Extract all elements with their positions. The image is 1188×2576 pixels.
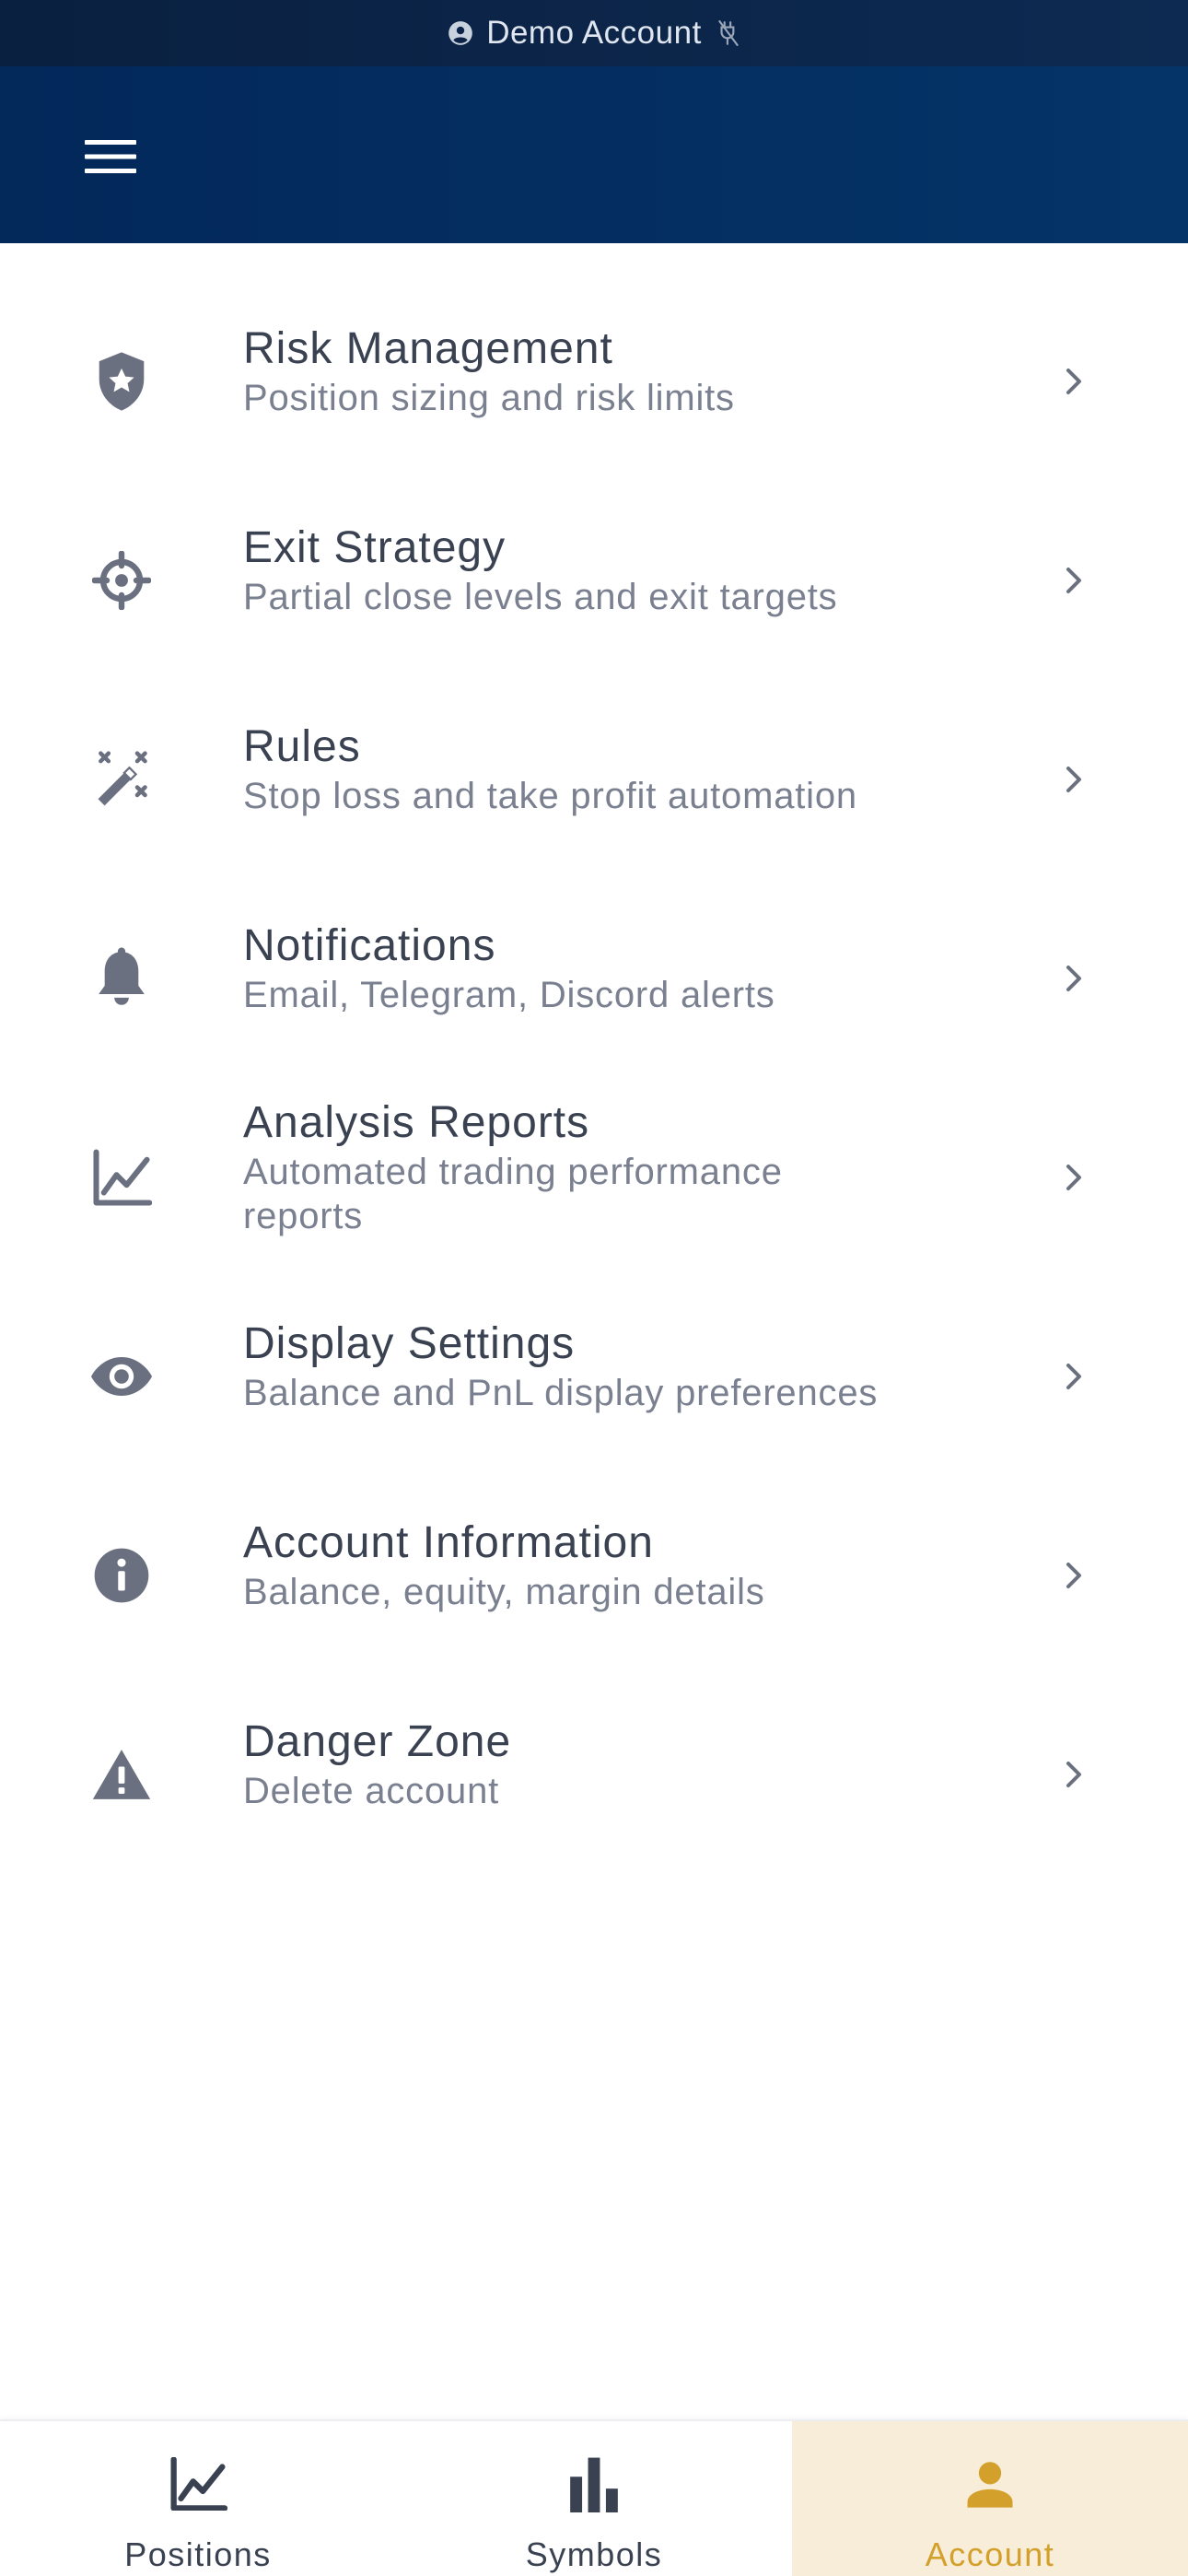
settings-item-rules[interactable]: Rules Stop loss and take profit automati… xyxy=(0,680,1188,879)
settings-item-subtitle: Balance, equity, margin details xyxy=(243,1572,765,1612)
settings-item-text: Notifications Email, Telegram, Discord a… xyxy=(243,919,980,1017)
tab-positions[interactable]: Positions xyxy=(0,2421,396,2576)
chevron-right-icon xyxy=(1057,1354,1090,1399)
bar-chart-icon xyxy=(561,2451,627,2517)
person-icon xyxy=(957,2451,1023,2517)
settings-item-risk-management[interactable]: Risk Management Position sizing and risk… xyxy=(0,282,1188,481)
warning-icon xyxy=(88,1741,155,1808)
settings-item-subtitle: reports xyxy=(243,1196,364,1236)
magic-wand-icon xyxy=(88,746,155,813)
tab-label: Positions xyxy=(124,2535,272,2573)
info-icon xyxy=(88,1542,155,1609)
line-chart-icon xyxy=(165,2451,231,2517)
tab-label: Symbols xyxy=(525,2535,663,2573)
chevron-right-icon xyxy=(1057,1155,1090,1200)
tab-account[interactable]: Account xyxy=(792,2421,1188,2576)
chevron-right-icon xyxy=(1057,359,1090,404)
account-mode-label: Demo Account xyxy=(486,15,702,51)
settings-item-notifications[interactable]: Notifications Email, Telegram, Discord a… xyxy=(0,879,1188,1078)
settings-item-analysis-reports[interactable]: Analysis Reports Automated trading perfo… xyxy=(0,1078,1188,1277)
settings-item-subtitle: Email, Telegram, Discord alerts xyxy=(243,975,775,1015)
app-bar xyxy=(0,66,1188,243)
chevron-right-icon xyxy=(1057,956,1090,1001)
bottom-navigation: Positions Symbols Account xyxy=(0,2419,1188,2576)
settings-item-title: Exit Strategy xyxy=(243,523,507,572)
settings-item-text: Rules Stop loss and take profit automati… xyxy=(243,720,980,818)
account-settings-screen: Demo Account Risk Management Position si… xyxy=(0,0,1188,2576)
settings-item-subtitle: Automated trading performance xyxy=(243,1152,783,1192)
settings-item-danger-zone[interactable]: Danger Zone Delete account xyxy=(0,1675,1188,1874)
tab-label: Account xyxy=(925,2535,1055,2573)
settings-item-subtitle: Balance and PnL display preferences xyxy=(243,1373,879,1413)
settings-item-title: Notifications xyxy=(243,921,496,970)
account-circle-icon xyxy=(448,21,473,45)
chevron-right-icon xyxy=(1057,1553,1090,1598)
settings-item-title: Account Information xyxy=(243,1518,654,1567)
account-status-bar: Demo Account xyxy=(0,0,1188,66)
settings-item-text: Display Settings Balance and PnL display… xyxy=(243,1317,980,1415)
settings-item-text: Analysis Reports Automated trading perfo… xyxy=(243,1096,980,1238)
chevron-right-icon xyxy=(1057,558,1090,603)
settings-item-title: Analysis Reports xyxy=(243,1098,590,1147)
settings-item-display-settings[interactable]: Display Settings Balance and PnL display… xyxy=(0,1277,1188,1476)
settings-item-title: Rules xyxy=(243,722,361,771)
settings-item-account-information[interactable]: Account Information Balance, equity, mar… xyxy=(0,1476,1188,1675)
crosshair-icon xyxy=(88,547,155,614)
line-chart-icon xyxy=(88,1144,155,1211)
menu-button[interactable] xyxy=(70,120,151,193)
settings-item-text: Account Information Balance, equity, mar… xyxy=(243,1516,980,1614)
settings-item-subtitle: Partial close levels and exit targets xyxy=(243,577,838,617)
settings-item-title: Danger Zone xyxy=(243,1717,512,1766)
settings-item-text: Danger Zone Delete account xyxy=(243,1715,980,1813)
chevron-right-icon xyxy=(1057,1752,1090,1797)
chevron-right-icon xyxy=(1057,757,1090,802)
settings-item-title: Display Settings xyxy=(243,1319,576,1368)
settings-item-title: Risk Management xyxy=(243,324,613,373)
settings-item-text: Exit Strategy Partial close levels and e… xyxy=(243,521,980,619)
settings-item-text: Risk Management Position sizing and risk… xyxy=(243,322,980,420)
plug-disconnected-icon xyxy=(718,20,739,46)
bell-icon xyxy=(88,945,155,1012)
settings-item-exit-strategy[interactable]: Exit Strategy Partial close levels and e… xyxy=(0,481,1188,680)
tab-symbols[interactable]: Symbols xyxy=(396,2421,792,2576)
hamburger-menu-icon xyxy=(85,140,136,173)
settings-item-subtitle: Delete account xyxy=(243,1771,500,1811)
eye-icon xyxy=(88,1343,155,1410)
shield-star-icon xyxy=(88,348,155,415)
settings-item-subtitle: Stop loss and take profit automation xyxy=(243,776,857,816)
settings-item-subtitle: Position sizing and risk limits xyxy=(243,378,735,418)
